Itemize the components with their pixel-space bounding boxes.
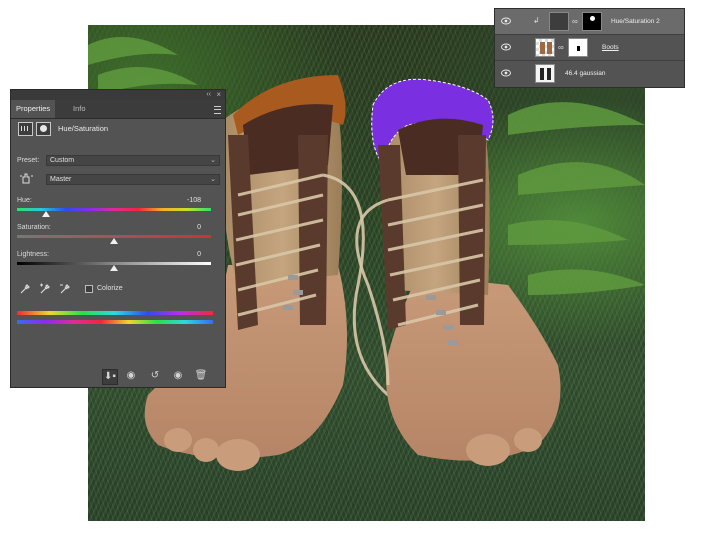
saturation-slider-thumb[interactable]: [110, 238, 118, 244]
layer-row-hue-saturation[interactable]: ↲ ∞ Hue/Saturation 2: [495, 9, 684, 35]
hue-value[interactable]: -108: [187, 197, 201, 204]
colorize-label: Colorize: [97, 285, 123, 292]
eye-icon[interactable]: [501, 17, 511, 25]
collapse-icon[interactable]: ‹‹: [206, 91, 211, 98]
panel-footer: ⬇▪ ◉ ↺ ◉ 🗑: [11, 366, 225, 388]
tab-properties[interactable]: Properties: [11, 100, 56, 118]
chain-link-icon: ∞: [572, 17, 578, 26]
input-color-bar: [17, 311, 213, 315]
eyedropper-minus-icon[interactable]: [59, 283, 71, 295]
colorize-checkbox[interactable]: [85, 285, 93, 293]
chevron-down-icon: ⌄: [210, 176, 216, 183]
clip-arrow-icon: ↲: [533, 16, 540, 25]
delete-trash-icon[interactable]: 🗑: [194, 369, 208, 383]
adjustment-layer-icon[interactable]: [18, 122, 33, 136]
mask-thumbnail: [582, 12, 602, 31]
gaussian-thumbnail: [535, 64, 555, 83]
properties-panel: ‹‹ × Properties Info Hue/Saturation Pres…: [10, 89, 226, 388]
channel-dropdown[interactable]: Master ⌄: [46, 174, 220, 185]
preset-value: Custom: [50, 157, 75, 164]
preset-dropdown[interactable]: Custom ⌄: [46, 155, 220, 166]
chain-link-icon: ∞: [558, 43, 564, 52]
saturation-label: Saturation:: [17, 224, 51, 231]
eyedropper-plus-icon[interactable]: [39, 283, 51, 295]
adjustment-thumbnail-icon: [549, 12, 569, 31]
on-image-adjust-icon[interactable]: [19, 172, 33, 184]
layer-name: Boots: [602, 44, 619, 51]
layer-name: 46.4 gaussian: [565, 70, 606, 77]
hue-label: Hue:: [17, 197, 32, 204]
adjustment-title: Hue/Saturation: [58, 124, 109, 133]
eye-icon[interactable]: [501, 69, 511, 77]
hue-slider-thumb[interactable]: [42, 211, 51, 217]
layer-row-gaussian[interactable]: 46.4 gaussian: [495, 61, 684, 87]
lightness-slider-thumb[interactable]: [110, 265, 118, 271]
view-previous-icon[interactable]: ◉: [124, 369, 138, 383]
close-icon[interactable]: ×: [216, 90, 221, 99]
layers-panel: ↲ ∞ Hue/Saturation 2 ∞ Boots 46.4 gaussi…: [494, 8, 685, 88]
visibility-eye-icon[interactable]: ◉: [171, 369, 185, 383]
lightness-label: Lightness:: [17, 251, 49, 258]
boots-thumbnail: [535, 38, 555, 57]
lightness-value[interactable]: 0: [197, 251, 201, 258]
tab-info[interactable]: Info: [68, 100, 91, 118]
panel-titlebar[interactable]: ‹‹ ×: [11, 90, 225, 100]
preset-label: Preset:: [17, 157, 40, 164]
chevron-down-icon: ⌄: [210, 157, 216, 164]
layer-row-boots[interactable]: ∞ Boots: [495, 35, 684, 61]
mask-thumbnail: [568, 38, 588, 57]
eye-icon[interactable]: [501, 43, 511, 51]
layer-mask-icon[interactable]: [36, 122, 51, 136]
panel-tabs: Properties Info: [11, 100, 225, 119]
reset-icon[interactable]: ↺: [148, 369, 162, 383]
channel-value: Master: [50, 176, 72, 183]
adjustment-header: Hue/Saturation: [11, 120, 225, 140]
saturation-value[interactable]: 0: [197, 224, 201, 231]
output-color-bar: [17, 320, 213, 324]
layer-name: Hue/Saturation 2: [611, 18, 660, 25]
clip-to-layer-icon[interactable]: ⬇▪: [102, 369, 118, 385]
panel-menu-icon[interactable]: [214, 106, 221, 114]
eyedropper-icon[interactable]: [19, 283, 31, 295]
